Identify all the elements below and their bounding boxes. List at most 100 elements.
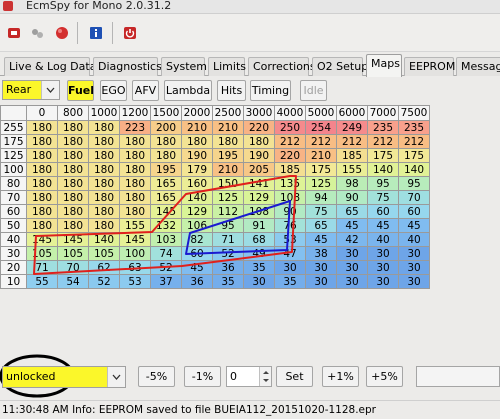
map-cell[interactable]: 249 xyxy=(336,120,368,135)
map-cell[interactable]: 45 xyxy=(181,260,213,275)
fuel-button[interactable]: Fuel xyxy=(67,80,94,101)
map-cell[interactable]: 140 xyxy=(367,162,399,177)
map-cell[interactable]: 180 xyxy=(119,148,151,163)
map-cell[interactable]: 180 xyxy=(88,190,120,205)
map-cell[interactable]: 180 xyxy=(150,148,182,163)
map-cell[interactable]: 180 xyxy=(57,204,89,219)
map-cell[interactable]: 145 xyxy=(26,232,58,247)
map-cell[interactable]: 71 xyxy=(212,232,244,247)
map-cell[interactable]: 35 xyxy=(212,274,244,289)
map-cell[interactable]: 212 xyxy=(398,134,430,149)
adjust-value-spinner[interactable]: 0 xyxy=(226,366,272,387)
map-cell[interactable]: 250 xyxy=(274,120,306,135)
map-cell[interactable]: 75 xyxy=(305,204,337,219)
minus-1-percent-button[interactable]: -1% xyxy=(184,366,221,387)
map-cell[interactable]: 180 xyxy=(26,120,58,135)
map-cell[interactable]: 165 xyxy=(150,190,182,205)
map-cell[interactable]: 180 xyxy=(26,218,58,233)
map-cell[interactable]: 35 xyxy=(274,274,306,289)
map-cell[interactable]: 140 xyxy=(88,232,120,247)
map-cell[interactable]: 45 xyxy=(398,218,430,233)
map-cell[interactable]: 180 xyxy=(119,134,151,149)
map-cell[interactable]: 160 xyxy=(181,176,213,191)
map-cell[interactable]: 30 xyxy=(367,260,399,275)
map-cell[interactable]: 180 xyxy=(119,176,151,191)
map-cell[interactable]: 82 xyxy=(181,232,213,247)
map-cell[interactable]: 140 xyxy=(398,162,430,177)
map-cell[interactable]: 180 xyxy=(57,148,89,163)
map-cell[interactable]: 52 xyxy=(150,260,182,275)
map-cell[interactable]: 180 xyxy=(26,190,58,205)
set-button[interactable]: Set xyxy=(276,366,313,387)
tab-limits[interactable]: Limits xyxy=(208,57,246,76)
map-cell[interactable]: 106 xyxy=(181,218,213,233)
map-cell[interactable]: 145 xyxy=(57,232,89,247)
map-cell[interactable]: 175 xyxy=(305,162,337,177)
map-cell[interactable]: 35 xyxy=(243,260,275,275)
map-cell[interactable]: 68 xyxy=(243,232,275,247)
map-cell[interactable]: 180 xyxy=(88,162,120,177)
map-cell[interactable]: 180 xyxy=(26,162,58,177)
info-icon[interactable] xyxy=(85,22,107,44)
map-cell[interactable]: 65 xyxy=(305,218,337,233)
map-cell[interactable]: 180 xyxy=(212,134,244,149)
map-cell[interactable]: 180 xyxy=(57,120,89,135)
map-cell[interactable]: 37 xyxy=(150,274,182,289)
map-cell[interactable]: 210 xyxy=(181,120,213,135)
map-cell[interactable]: 180 xyxy=(57,218,89,233)
map-cell[interactable]: 141 xyxy=(243,176,275,191)
spinner-arrows-icon[interactable] xyxy=(259,367,271,386)
map-cell[interactable]: 180 xyxy=(57,162,89,177)
map-cell[interactable]: 30 xyxy=(336,274,368,289)
map-cell[interactable]: 36 xyxy=(212,260,244,275)
map-cell[interactable]: 95 xyxy=(398,176,430,191)
map-cell[interactable]: 52 xyxy=(88,274,120,289)
map-cell[interactable]: 108 xyxy=(243,204,275,219)
map-cell[interactable]: 30 xyxy=(398,246,430,261)
map-cell[interactable]: 145 xyxy=(150,204,182,219)
map-cell[interactable]: 30 xyxy=(305,260,337,275)
map-cell[interactable]: 60 xyxy=(398,204,430,219)
map-cell[interactable]: 42 xyxy=(336,232,368,247)
tab-o2-setup[interactable]: O2 Setup xyxy=(312,57,368,76)
map-cell[interactable]: 180 xyxy=(88,120,120,135)
ego-button[interactable]: EGO xyxy=(100,80,127,101)
tab-corrections[interactable]: Corrections xyxy=(248,57,316,76)
map-cell[interactable]: 185 xyxy=(336,148,368,163)
map-cell[interactable]: 129 xyxy=(181,204,213,219)
map-cell[interactable]: 90 xyxy=(336,190,368,205)
map-cell[interactable]: 235 xyxy=(398,120,430,135)
map-cell[interactable]: 190 xyxy=(181,148,213,163)
map-cell[interactable]: 210 xyxy=(212,162,244,177)
map-cell[interactable]: 205 xyxy=(243,162,275,177)
map-cell[interactable]: 105 xyxy=(88,246,120,261)
map-cell[interactable]: 254 xyxy=(305,120,337,135)
timing-button[interactable]: Timing xyxy=(250,80,291,101)
map-cell[interactable]: 62 xyxy=(88,260,120,275)
map-cell[interactable]: 180 xyxy=(119,204,151,219)
map-cell[interactable]: 30 xyxy=(305,274,337,289)
map-cell[interactable]: 38 xyxy=(305,246,337,261)
map-cell[interactable]: 150 xyxy=(212,176,244,191)
map-cell[interactable]: 30 xyxy=(274,260,306,275)
map-cell[interactable]: 180 xyxy=(119,190,151,205)
map-cell[interactable]: 220 xyxy=(243,120,275,135)
map-cell[interactable]: 45 xyxy=(336,218,368,233)
map-cell[interactable]: 155 xyxy=(119,218,151,233)
map-cell[interactable]: 95 xyxy=(212,218,244,233)
map-cell[interactable]: 140 xyxy=(181,190,213,205)
map-cell[interactable]: 105 xyxy=(57,246,89,261)
tab-diagnostics[interactable]: Diagnostics xyxy=(93,57,162,76)
map-cell[interactable]: 74 xyxy=(150,246,182,261)
map-cell[interactable]: 52 xyxy=(212,246,244,261)
tab-message[interactable]: Message xyxy=(456,57,500,76)
map-cell[interactable]: 30 xyxy=(367,246,399,261)
map-cell[interactable]: 165 xyxy=(150,176,182,191)
map-cell[interactable]: 212 xyxy=(336,134,368,149)
tab-live-log-data[interactable]: Live & Log Data xyxy=(4,57,96,76)
map-cell[interactable]: 108 xyxy=(274,190,306,205)
map-cell[interactable]: 125 xyxy=(212,190,244,205)
map-cell[interactable]: 180 xyxy=(26,148,58,163)
map-cell[interactable]: 180 xyxy=(26,204,58,219)
map-cell[interactable]: 95 xyxy=(367,176,399,191)
